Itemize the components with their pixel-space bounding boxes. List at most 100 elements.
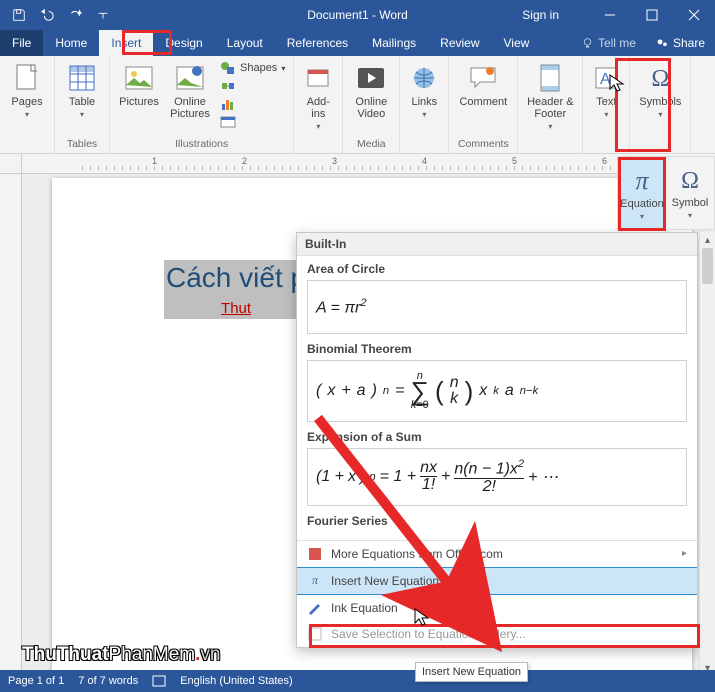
sign-in-link[interactable]: Sign in bbox=[512, 0, 569, 30]
ribbon-display-options-icon[interactable] bbox=[569, 0, 589, 30]
ribbon-insert: Pages ▾ Table ▾ Tables Pictures Online P… bbox=[0, 56, 715, 154]
scroll-thumb[interactable] bbox=[702, 248, 713, 284]
header-footer-icon bbox=[534, 62, 566, 94]
symbols-button[interactable]: Ω Symbols ▾ bbox=[634, 58, 686, 123]
minimize-button[interactable] bbox=[589, 0, 631, 30]
status-bar: Page 1 of 1 7 of 7 words English (United… bbox=[0, 670, 715, 692]
shapes-icon bbox=[220, 60, 236, 76]
save-icon[interactable] bbox=[6, 2, 32, 28]
header-footer-button[interactable]: Header & Footer ▾ bbox=[522, 58, 578, 135]
smartart-icon bbox=[220, 78, 236, 94]
status-words[interactable]: 7 of 7 words bbox=[78, 675, 138, 687]
page-icon bbox=[11, 62, 43, 94]
comment-button[interactable]: Comment bbox=[453, 58, 513, 112]
links-icon bbox=[408, 62, 440, 94]
shapes-button[interactable]: Shapes ▾ bbox=[220, 60, 285, 76]
tab-view[interactable]: View bbox=[492, 30, 542, 56]
chevron-right-icon: ▸ bbox=[682, 548, 687, 559]
maximize-button[interactable] bbox=[631, 0, 673, 30]
tab-layout[interactable]: Layout bbox=[215, 30, 275, 56]
symbol-dropdown-button[interactable]: Ω Symbol ▾ bbox=[666, 157, 714, 229]
addins-button[interactable]: Add- ins ▾ bbox=[298, 58, 338, 135]
title-bar: Document1 - Word Sign in bbox=[0, 0, 715, 30]
tooltip: Insert New Equation bbox=[415, 662, 528, 682]
pages-button[interactable]: Pages ▾ bbox=[4, 58, 50, 123]
gallery-scrollbar[interactable]: ▴ ▾ bbox=[699, 232, 715, 676]
equation-dropdown-button[interactable]: π Equation ▾ bbox=[618, 157, 666, 229]
ink-equation[interactable]: Ink Equation bbox=[297, 595, 697, 621]
addins-icon bbox=[302, 62, 334, 94]
tab-review[interactable]: Review bbox=[428, 30, 491, 56]
tab-home[interactable]: Home bbox=[43, 30, 99, 56]
group-label-comments: Comments bbox=[453, 137, 513, 153]
online-video-button[interactable]: Online Video bbox=[347, 58, 395, 124]
selected-text-block[interactable]: Cách viết p Thut bbox=[164, 260, 308, 319]
lightbulb-icon bbox=[581, 37, 594, 50]
share-button[interactable]: Share bbox=[646, 30, 715, 56]
tab-insert[interactable]: Insert bbox=[99, 30, 153, 56]
group-label-media: Media bbox=[347, 137, 395, 153]
window-title: Document1 - Word bbox=[307, 8, 407, 22]
tell-me-search[interactable]: Tell me bbox=[571, 30, 646, 56]
screenshot-button[interactable] bbox=[220, 114, 285, 130]
pictures-button[interactable]: Pictures bbox=[114, 58, 164, 112]
online-pictures-button[interactable]: Online Pictures bbox=[164, 58, 216, 124]
undo-icon[interactable] bbox=[34, 2, 60, 28]
textbox-icon: A bbox=[590, 62, 622, 94]
omega-icon: Ω bbox=[681, 166, 699, 195]
insert-new-equation[interactable]: π Insert New Equation bbox=[297, 567, 697, 595]
table-button[interactable]: Table ▾ bbox=[59, 58, 105, 123]
screenshot-icon bbox=[220, 114, 236, 130]
ruler-corner bbox=[0, 154, 22, 174]
omega-icon: Ω bbox=[644, 62, 676, 94]
office-icon bbox=[307, 546, 323, 562]
scroll-up-icon[interactable]: ▴ bbox=[700, 232, 715, 248]
status-page[interactable]: Page 1 of 1 bbox=[8, 675, 64, 687]
tab-references[interactable]: References bbox=[275, 30, 360, 56]
eq-preview-area-circle: A = πr2 bbox=[307, 280, 687, 334]
pi-icon: π bbox=[635, 166, 648, 196]
text-button[interactable]: A Text ▾ bbox=[587, 58, 625, 123]
save-small-icon bbox=[307, 626, 323, 642]
online-pictures-icon bbox=[174, 62, 206, 94]
pi-small-icon: π bbox=[307, 573, 323, 589]
comment-icon bbox=[467, 62, 499, 94]
status-language[interactable]: English (United States) bbox=[180, 675, 293, 687]
watermark: ThuThuatPhanMem.vn bbox=[22, 644, 221, 666]
subtitle-text: Thut bbox=[166, 300, 306, 317]
gallery-header: Built-In bbox=[297, 233, 697, 256]
eq-preview-expansion: (1 + x)n = 1 + nx1! + n(n − 1)x22! + ⋯ bbox=[307, 448, 687, 505]
tell-me-label: Tell me bbox=[598, 36, 636, 50]
equation-symbol-toolbar: π Equation ▾ Ω Symbol ▾ bbox=[617, 156, 715, 230]
links-button[interactable]: Links ▾ bbox=[404, 58, 444, 123]
ink-icon bbox=[307, 600, 323, 616]
eq-item-fourier[interactable]: Fourier Series bbox=[297, 508, 697, 540]
vertical-ruler[interactable] bbox=[0, 174, 22, 670]
pictures-icon bbox=[123, 62, 155, 94]
table-icon bbox=[66, 62, 98, 94]
smartart-button[interactable] bbox=[220, 78, 285, 94]
horizontal-ruler[interactable]: 1 2 3 4 5 6 bbox=[22, 154, 715, 174]
more-equations-office[interactable]: More Equations from Office.com ▸ bbox=[297, 541, 697, 567]
share-label: Share bbox=[673, 36, 705, 50]
eq-item-expansion[interactable]: Expansion of a Sum (1 + x)n = 1 + nx1! +… bbox=[297, 424, 697, 507]
status-proofing-icon[interactable] bbox=[152, 674, 166, 688]
share-icon bbox=[656, 37, 669, 50]
eq-item-area-circle[interactable]: Area of Circle A = πr2 bbox=[297, 256, 697, 336]
heading-text: Cách viết p bbox=[166, 262, 306, 294]
video-icon bbox=[355, 62, 387, 94]
qat-customize-icon[interactable] bbox=[90, 2, 116, 28]
eq-item-binomial[interactable]: Binomial Theorem (x + a)n = n∑k=0 (nk) x… bbox=[297, 336, 697, 424]
tab-file[interactable]: File bbox=[0, 30, 43, 56]
chart-icon bbox=[220, 96, 236, 112]
tab-mailings[interactable]: Mailings bbox=[360, 30, 428, 56]
group-label-tables: Tables bbox=[59, 137, 105, 153]
svg-text:A: A bbox=[600, 71, 611, 88]
tab-design[interactable]: Design bbox=[153, 30, 214, 56]
chart-button[interactable] bbox=[220, 96, 285, 112]
quick-access-toolbar bbox=[0, 2, 116, 28]
group-label-illustrations: Illustrations bbox=[114, 137, 289, 153]
redo-icon[interactable] bbox=[62, 2, 88, 28]
close-button[interactable] bbox=[673, 0, 715, 30]
equation-gallery-panel: Built-In Area of Circle A = πr2 Binomial… bbox=[296, 232, 698, 648]
